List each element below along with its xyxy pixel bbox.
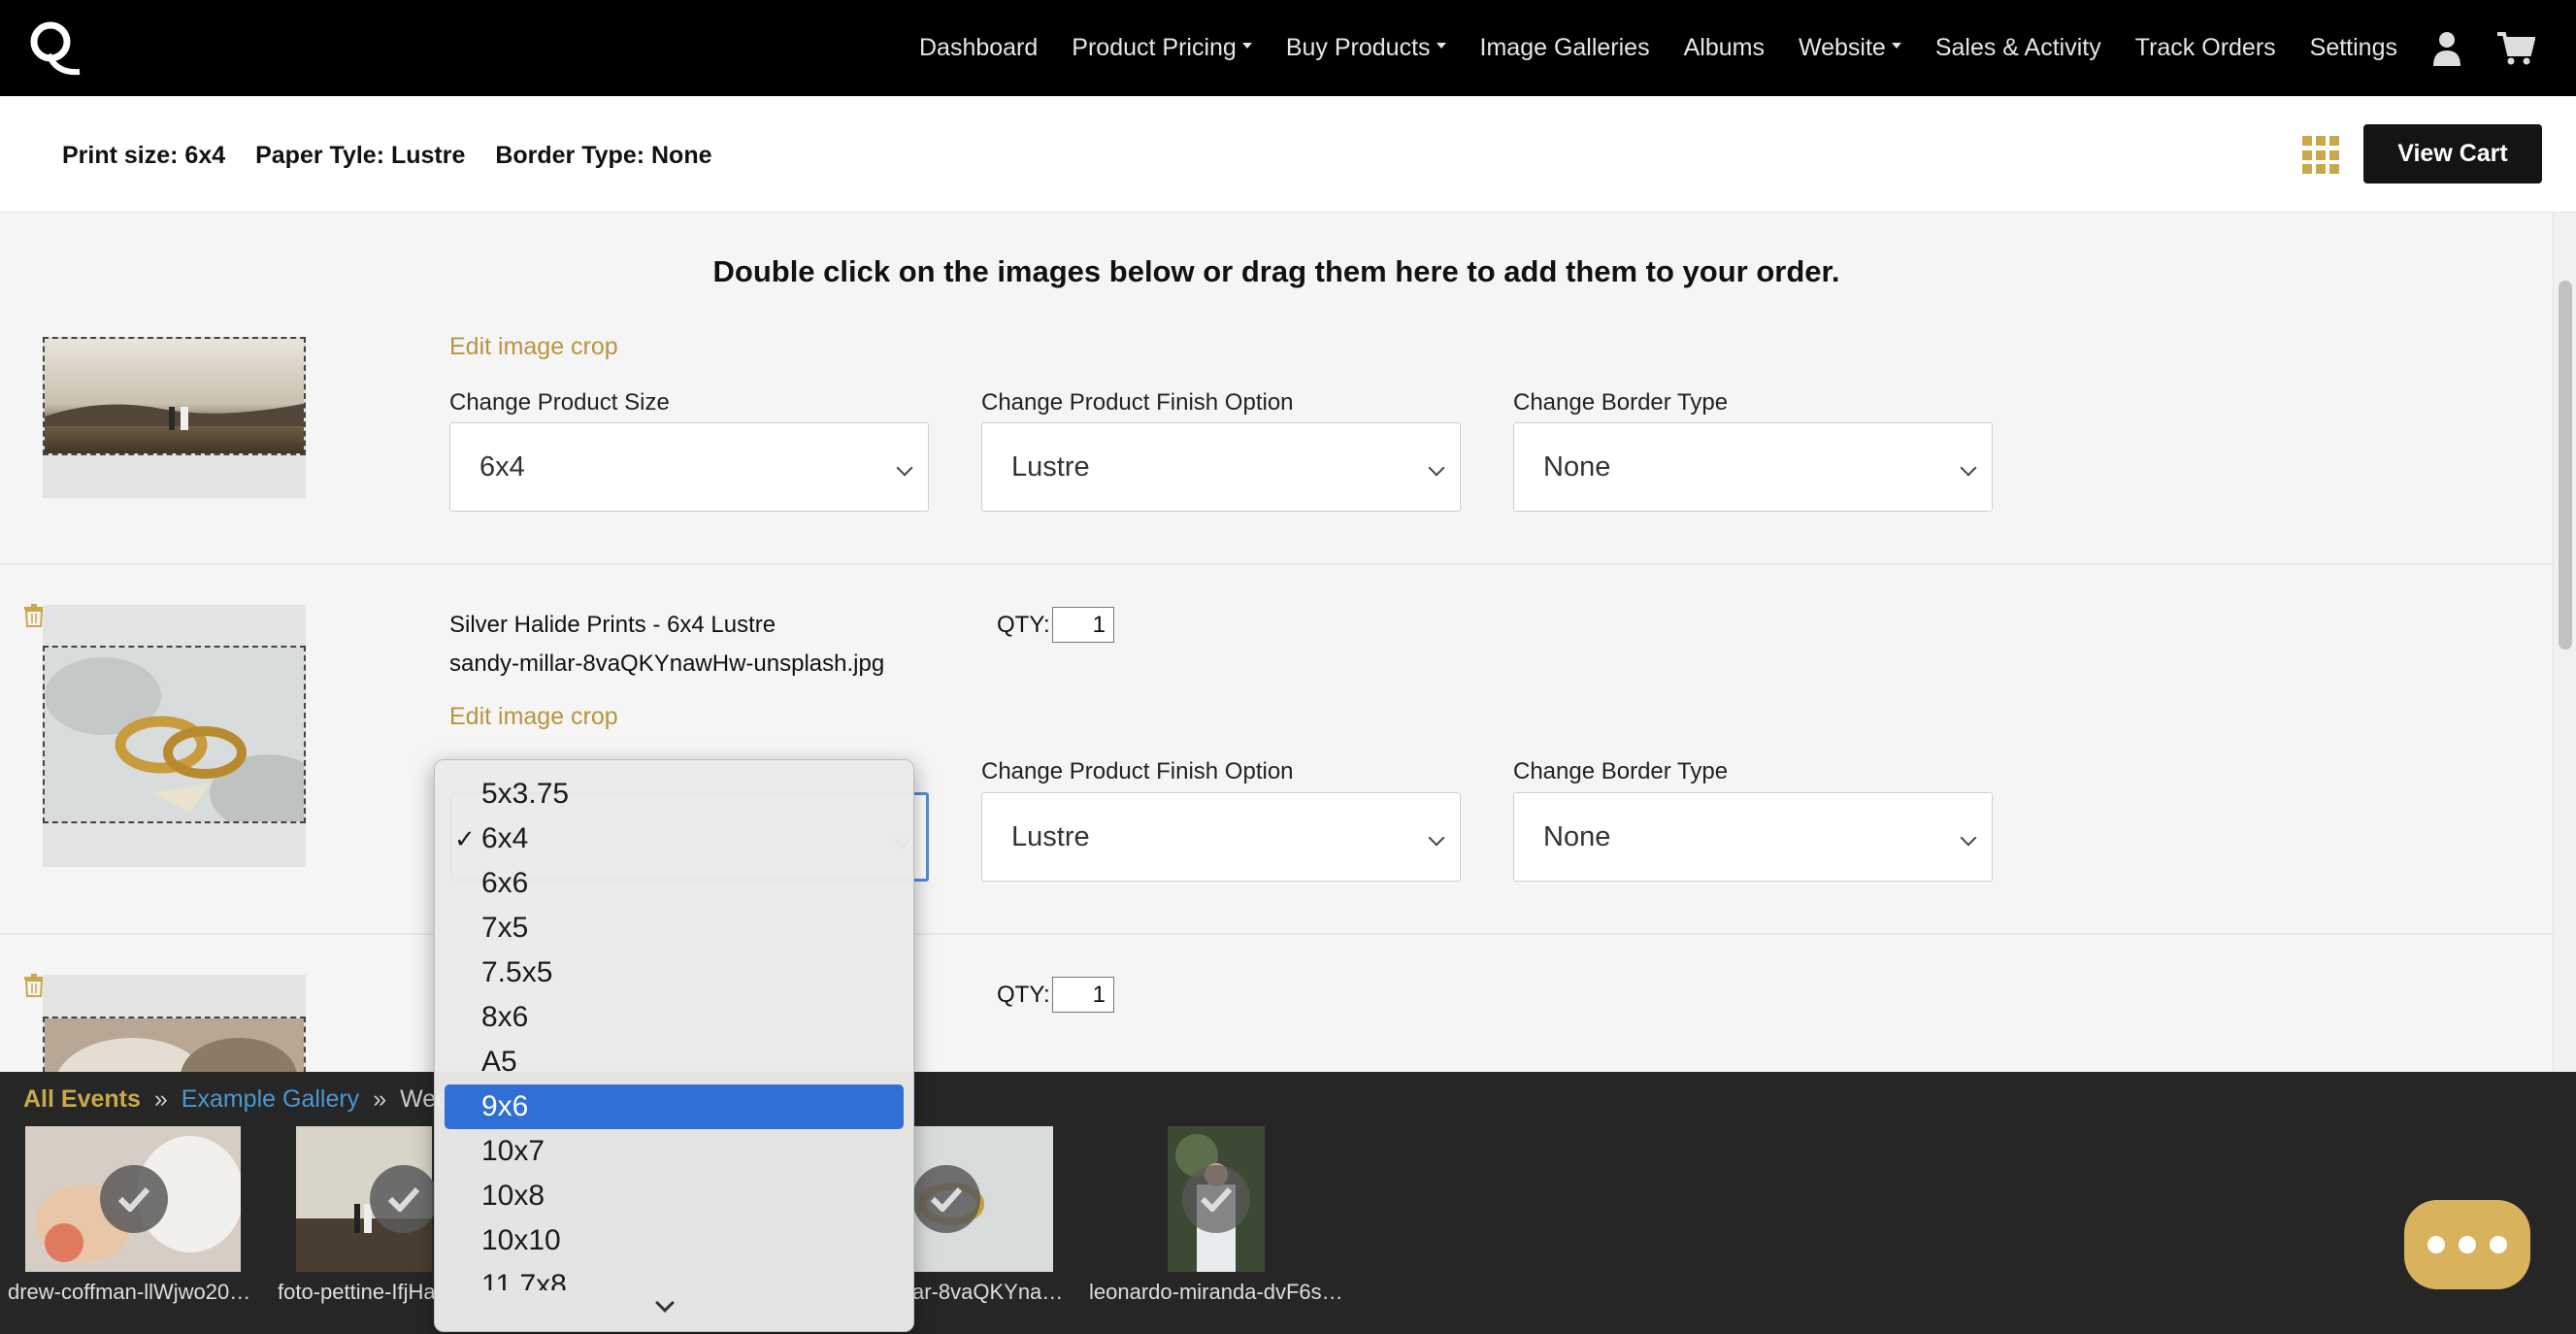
caret-down-icon (1436, 43, 1446, 50)
selected-check-icon (912, 1165, 980, 1233)
product-size-select[interactable]: 6x4 (449, 422, 929, 512)
size-option[interactable]: 5x3.75 (445, 772, 904, 817)
order-settings-summary: Print size: 6x4 Paper Tyle: Lustre Borde… (62, 142, 736, 170)
check-icon: ✓ (454, 824, 476, 853)
image-filename: sandy-millar-8vaQKYnawHw-unsplash.jpg (449, 650, 885, 677)
size-option[interactable]: A5 (445, 1040, 904, 1084)
order-item-row: QTY: 1 (0, 935, 2553, 1072)
border-type-text: Border Type: None (495, 142, 712, 169)
product-finish-select[interactable]: Lustre (981, 422, 1461, 512)
order-item-row: Silver Halide Prints - 6x4 Lustre sandy-… (0, 565, 2553, 935)
chevron-down-icon (1960, 829, 1977, 847)
item-thumbnail-frame (43, 337, 306, 498)
q-logo-icon[interactable] (27, 17, 82, 78)
chevron-down-icon (1960, 459, 1977, 477)
nav-albums[interactable]: Albums (1684, 34, 1765, 62)
change-border-label: Change Border Type (1513, 758, 1729, 784)
qty-label: QTY: (997, 612, 1050, 638)
item-thumbnail-image[interactable] (43, 646, 306, 823)
item-thumbnail-frame (43, 605, 306, 867)
size-option[interactable]: 7.5x5 (445, 950, 904, 995)
dot-icon (2490, 1236, 2507, 1253)
chevron-down-icon (1428, 459, 1445, 477)
nav-image-galleries[interactable]: Image Galleries (1480, 34, 1650, 62)
nav-product-pricing[interactable]: Product Pricing (1072, 34, 1252, 62)
size-option[interactable]: 6x6 (445, 861, 904, 906)
size-option[interactable]: 10x10 (445, 1218, 904, 1263)
order-item-row: Edit image crop Change Product Size 6x4 … (0, 213, 2553, 565)
qty-label: QTY: (997, 982, 1050, 1008)
breadcrumb-separator: » (373, 1085, 387, 1113)
nav-settings[interactable]: Settings (2310, 34, 2397, 62)
item-thumbnail-frame (43, 975, 306, 1072)
quantity-input[interactable]: 1 (1052, 607, 1114, 643)
border-type-select[interactable]: None (1513, 792, 1993, 882)
top-navbar: Dashboard Product Pricing Buy Products I… (0, 0, 2576, 96)
nav-buy-products[interactable]: Buy Products (1286, 34, 1446, 62)
change-size-label: Change Product Size (449, 389, 670, 416)
change-finish-label: Change Product Finish Option (981, 389, 1294, 416)
thumbnail-filename: leonardo-miranda-dvF6s… (1089, 1280, 1343, 1304)
chevron-down-icon (1428, 829, 1445, 847)
product-finish-select[interactable]: Lustre (981, 792, 1461, 882)
change-border-label: Change Border Type (1513, 389, 1729, 416)
border-type-select[interactable]: None (1513, 422, 1993, 512)
selected-check-icon (1182, 1165, 1250, 1233)
size-option[interactable]: 8x6 (445, 995, 904, 1040)
size-dropdown-menu: 5x3.75 ✓ 6x4 6x6 7x5 7.5x5 8x6 A5 9x6 10x… (434, 759, 914, 1332)
scroll-down-chevron-icon[interactable] (655, 1293, 675, 1313)
size-option[interactable]: 11.7x8 (445, 1263, 904, 1290)
breadcrumb-all-events[interactable]: All Events (23, 1085, 141, 1113)
cart-icon[interactable] (2496, 31, 2535, 66)
chevron-down-icon (896, 459, 913, 477)
selected-check-icon (100, 1165, 168, 1233)
thumbnail-filename: ar-8vaQKYna… (912, 1280, 1064, 1304)
print-size-text: Print size: 6x4 (62, 142, 226, 169)
order-items-list: Double click on the images below or drag… (0, 213, 2553, 1072)
trash-icon[interactable] (23, 604, 45, 627)
item-thumbnail-image[interactable] (43, 1017, 306, 1072)
edit-image-crop-link[interactable]: Edit image crop (449, 333, 618, 361)
size-option-highlighted[interactable]: 9x6 (445, 1084, 904, 1129)
caret-down-icon (1891, 43, 1901, 50)
product-title: Silver Halide Prints - 6x4 Lustre (449, 612, 776, 638)
trash-icon[interactable] (23, 974, 45, 997)
user-icon[interactable] (2431, 31, 2462, 66)
dot-icon (2459, 1236, 2476, 1253)
breadcrumb-separator: » (153, 1085, 168, 1113)
size-option-checked[interactable]: ✓ 6x4 (445, 817, 904, 861)
breadcrumb-example-gallery[interactable]: Example Gallery (182, 1085, 359, 1113)
page-scrollbar[interactable] (2553, 213, 2576, 1072)
selected-check-icon (370, 1165, 438, 1233)
item-thumbnail-image[interactable] (43, 337, 306, 455)
view-cart-button[interactable]: View Cart (2363, 124, 2542, 183)
size-option[interactable]: 7x5 (445, 906, 904, 950)
change-finish-label: Change Product Finish Option (981, 758, 1294, 784)
scrollbar-thumb[interactable] (2559, 281, 2572, 650)
thumbnail-filename: foto-pettine-IfjHa (278, 1280, 436, 1304)
size-option[interactable]: 10x7 (445, 1129, 904, 1174)
edit-image-crop-link[interactable]: Edit image crop (449, 703, 618, 731)
thumbnail-filename: drew-coffman-llWjwo20… (8, 1280, 251, 1304)
dot-icon (2427, 1236, 2445, 1253)
chat-button[interactable] (2404, 1200, 2530, 1289)
nav-sales-activity[interactable]: Sales & Activity (1935, 34, 2101, 62)
nav-website[interactable]: Website (1799, 34, 1901, 62)
grid-view-icon[interactable] (2302, 136, 2341, 175)
caret-down-icon (1241, 43, 1252, 50)
size-option[interactable]: 10x8 (445, 1174, 904, 1218)
gallery-breadcrumb: All Events» Example Gallery» Wedd (23, 1085, 463, 1114)
nav-dashboard[interactable]: Dashboard (919, 34, 1038, 62)
quantity-input[interactable]: 1 (1052, 977, 1114, 1013)
nav-track-orders[interactable]: Track Orders (2135, 34, 2276, 62)
paper-type-text: Paper Tyle: Lustre (255, 142, 466, 169)
